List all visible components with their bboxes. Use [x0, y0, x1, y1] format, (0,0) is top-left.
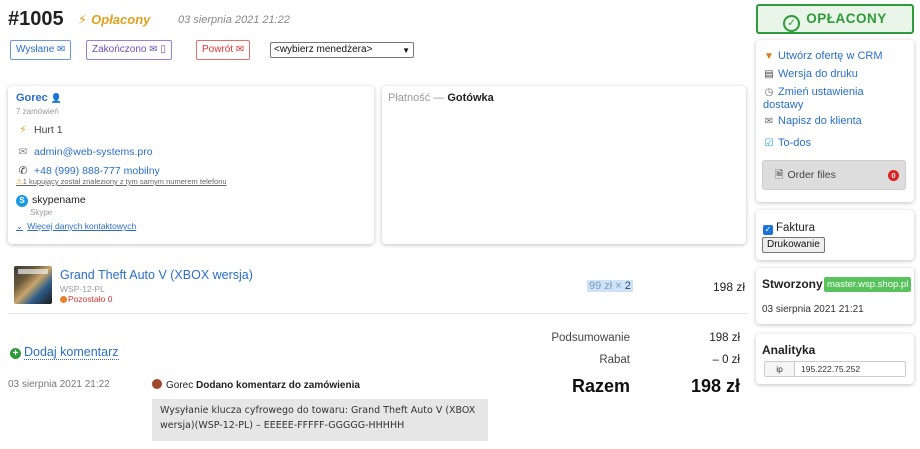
check-circle-icon: ✓	[783, 15, 801, 32]
client-email-link[interactable]: admin@web-systems.pro	[34, 146, 153, 158]
change-delivery-link[interactable]: ◷ Zmień ustawienia dostawy	[763, 86, 903, 111]
client-phone-row: ✆ +48 (999) 888-777 mobilny	[16, 165, 160, 177]
completed-button-label: Zakończono	[92, 44, 147, 55]
plus-icon: +	[10, 348, 21, 359]
crm-icon: ▼	[764, 51, 774, 62]
bolt-icon: ⚡	[19, 124, 27, 136]
write-client-link[interactable]: ✉ Napisz do klienta	[763, 115, 862, 128]
client-skype: skypename	[32, 194, 86, 206]
order-files-badge: 0	[888, 170, 899, 181]
subtotal-label: Podsumowanie	[551, 332, 630, 344]
returned-button[interactable]: Powrót ✉	[196, 40, 251, 60]
printer-icon: ▤	[764, 69, 774, 80]
print-version-link[interactable]: ▤ Wersja do druku	[763, 68, 858, 81]
skype-label: Skype	[30, 208, 53, 217]
order-number: #1005	[8, 8, 64, 30]
client-orders-count: 7 zamówień	[16, 107, 59, 116]
bolt-icon: ⚡	[78, 12, 88, 27]
client-email-row: ✉ admin@web-systems.pro	[16, 146, 153, 158]
phone-icon: ✆	[18, 165, 28, 177]
product-image[interactable]	[14, 266, 52, 304]
analytics-ip-field: ip 195.222.75.252	[764, 361, 906, 377]
client-phone-link[interactable]: +48 (999) 888-777 mobilny	[34, 165, 160, 177]
order-date: 03 sierpnia 2021 21:22	[178, 14, 290, 26]
line-total: 198 zł	[713, 280, 746, 294]
total-value: 198 zł	[690, 376, 740, 396]
phone-warning[interactable]: ⚠1 kupujący został znaleziony z tym samy…	[16, 177, 227, 186]
payment-info: Płatność — Gotówka	[388, 92, 494, 104]
product-quantity: 2	[624, 280, 631, 292]
crm-offer-link[interactable]: ▼ Utwórz ofertę w CRM	[763, 50, 882, 63]
total-label: Razem	[571, 376, 630, 396]
returned-button-label: Powrót	[202, 44, 234, 55]
todos-link[interactable]: ☑ To-dos	[763, 137, 812, 150]
todo-icon: ☑	[764, 138, 774, 149]
discount-value: – 0 zł	[712, 354, 741, 366]
warning-icon: ⚠	[16, 177, 23, 186]
file-icon: 🗎	[775, 169, 784, 181]
divider	[8, 313, 748, 314]
paid-status-button[interactable]: ✓ OPŁACONY	[756, 4, 914, 34]
product-name-link[interactable]: Grand Theft Auto V (XBOX wersja)	[60, 268, 253, 282]
created-card: Stworzony master.wsp.shop.pl 03 sierpnia…	[756, 268, 914, 324]
payment-label: Płatność —	[388, 92, 445, 104]
product-stock: Pozostało 0	[60, 294, 112, 304]
manager-select-value: <wybierz menedżera>	[274, 44, 373, 55]
checkbox-checked-icon: ✓	[763, 225, 773, 235]
envelope-icon: ✉	[764, 116, 774, 127]
invoice-card: ✓ Faktura Drukowanie	[756, 210, 914, 260]
stock-dot-icon	[60, 296, 67, 303]
comment-body: Wysyłanie klucza cyfrowego do towaru: Gr…	[152, 399, 488, 441]
client-name[interactable]: Gorec 👤	[16, 92, 62, 104]
analytics-card: Analityka ip 195.222.75.252	[756, 334, 914, 384]
client-skype-row: Sskypename	[16, 194, 86, 207]
unit-price-quantity: 99 zł × 2	[587, 280, 633, 292]
ip-value: 195.222.75.252	[801, 364, 861, 374]
actions-card: ▼ Utwórz ofertę w CRM ▤ Wersja do druku ◷ Z…	[756, 40, 914, 202]
invoice-print-button[interactable]: Drukowanie	[762, 237, 825, 253]
analytics-title: Analityka	[762, 343, 816, 357]
phone-icon: ▯	[160, 44, 166, 55]
created-source-badge: master.wsp.shop.pl	[824, 277, 912, 292]
discount-label: Rabat	[599, 354, 630, 366]
skype-icon: S	[16, 195, 28, 207]
order-status-label: Opłacony	[91, 12, 151, 27]
invoice-checkbox[interactable]: ✓ Faktura	[763, 222, 815, 235]
sent-button[interactable]: Wysłane ✉	[10, 40, 72, 60]
sent-button-label: Wysłane	[16, 44, 55, 55]
product-sku: WSP-12-PL	[60, 284, 105, 294]
user-icon: 👤	[50, 93, 63, 103]
created-date: 03 sierpnia 2021 21:21	[762, 304, 864, 315]
completed-button[interactable]: Zakończono ✉ ▯	[86, 40, 172, 60]
envelope-icon: ✉	[57, 44, 66, 55]
comment-action: Dodano komentarz do zamówienia	[196, 380, 360, 391]
avatar	[152, 379, 162, 389]
created-title: Stworzony	[762, 277, 823, 291]
order-status: ⚡ Opłacony	[78, 12, 150, 28]
envelope-icon: ✉	[149, 44, 158, 55]
envelope-icon: ✉	[235, 44, 245, 55]
payment-method: Gotówka	[447, 92, 494, 104]
payment-card: Płatność — Gotówka	[382, 86, 746, 244]
order-files-button[interactable]: 🗎 Order files 0	[762, 160, 906, 190]
manager-select[interactable]: <wybierz menedżera> ▼	[270, 42, 414, 58]
chevron-down-icon: ▼	[402, 46, 410, 55]
client-price-group: ⚡ Hurt 1	[16, 124, 62, 136]
more-contacts-link[interactable]: ⌄ Więcej danych kontaktowych	[16, 221, 136, 232]
add-comment-button[interactable]: + Dodaj komentarz	[10, 345, 119, 360]
chevron-down-icon: ⌄	[16, 221, 24, 231]
envelope-icon: ✉	[18, 146, 28, 158]
clock-icon: ◷	[764, 87, 774, 98]
client-card: Gorec 👤 7 zamówień ⚡ Hurt 1 ✉ admin@web-sy…	[8, 86, 374, 244]
ip-key: ip	[765, 362, 795, 376]
subtotal-value: 198 zł	[709, 332, 740, 344]
comment-header: Gorec Dodano komentarz do zamówienia	[152, 379, 360, 391]
comment-author: Gorec	[166, 380, 194, 391]
comment-date: 03 sierpnia 2021 21:22	[8, 379, 110, 390]
